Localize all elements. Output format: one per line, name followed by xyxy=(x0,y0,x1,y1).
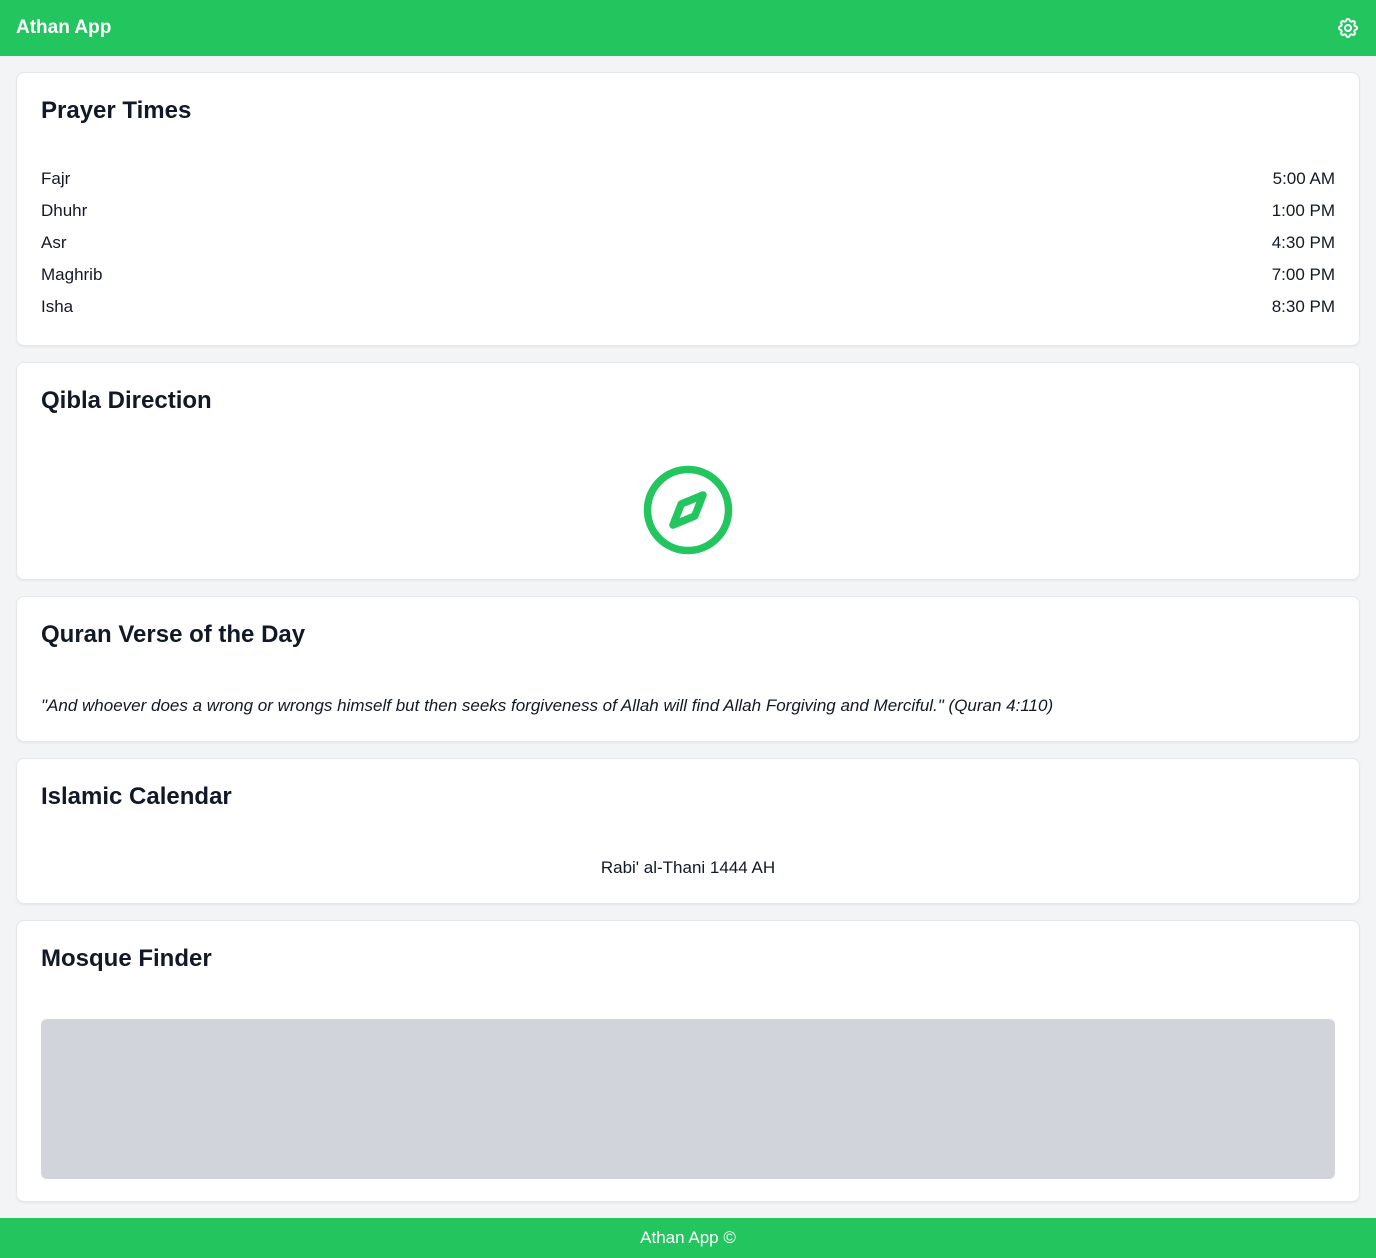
mosque-finder-card: Mosque Finder xyxy=(16,920,1360,1202)
compass-container xyxy=(41,465,1335,555)
prayer-time: 5:00 AM xyxy=(1272,169,1335,188)
prayer-time: 7:00 PM xyxy=(1271,265,1335,284)
settings-gear-icon[interactable] xyxy=(1336,16,1360,40)
prayer-times-title: Prayer Times xyxy=(41,97,192,124)
prayer-name: Maghrib xyxy=(41,265,103,284)
prayer-times-card: Prayer Times Fajr 5:00 AM Dhuhr 1:00 PM … xyxy=(16,72,1360,346)
mosque-map-placeholder[interactable] xyxy=(41,1019,1335,1179)
compass-icon xyxy=(643,465,733,555)
prayer-name: Asr xyxy=(41,233,67,252)
main-content: Prayer Times Fajr 5:00 AM Dhuhr 1:00 PM … xyxy=(16,72,1360,1218)
prayer-row: Fajr 5:00 AM xyxy=(41,169,1335,201)
prayer-name: Isha xyxy=(41,297,74,316)
islamic-calendar-card: Islamic Calendar Rabi' al-Thani 1444 AH xyxy=(16,758,1360,904)
prayer-time: 1:00 PM xyxy=(1271,201,1335,220)
app-title: Athan App xyxy=(16,17,112,38)
prayer-row: Isha 8:30 PM xyxy=(41,297,1335,329)
qibla-direction-title: Qibla Direction xyxy=(41,387,212,414)
mosque-finder-title: Mosque Finder xyxy=(41,945,212,972)
prayer-row: Maghrib 7:00 PM xyxy=(41,265,1335,297)
prayer-name: Dhuhr xyxy=(41,201,88,220)
islamic-calendar-title: Islamic Calendar xyxy=(41,783,232,810)
quran-verse-title: Quran Verse of the Day xyxy=(41,621,306,648)
qibla-direction-card: Qibla Direction xyxy=(16,362,1360,580)
prayer-times-list: Fajr 5:00 AM Dhuhr 1:00 PM Asr 4:30 PM M… xyxy=(41,169,1335,329)
prayer-time: 4:30 PM xyxy=(1271,233,1335,252)
app-header: Athan App xyxy=(0,0,1376,56)
prayer-row: Dhuhr 1:00 PM xyxy=(41,201,1335,233)
prayer-time: 8:30 PM xyxy=(1271,297,1335,316)
quran-verse-card: Quran Verse of the Day "And whoever does… xyxy=(16,596,1360,742)
hijri-date: Rabi' al-Thani 1444 AH xyxy=(600,858,776,877)
quran-verse-text: "And whoever does a wrong or wrongs hims… xyxy=(41,696,1054,715)
prayer-row: Asr 4:30 PM xyxy=(41,233,1335,265)
footer-text: Athan App © xyxy=(640,1228,736,1247)
app-footer: Athan App © xyxy=(0,1218,1376,1258)
prayer-name: Fajr xyxy=(41,169,71,188)
